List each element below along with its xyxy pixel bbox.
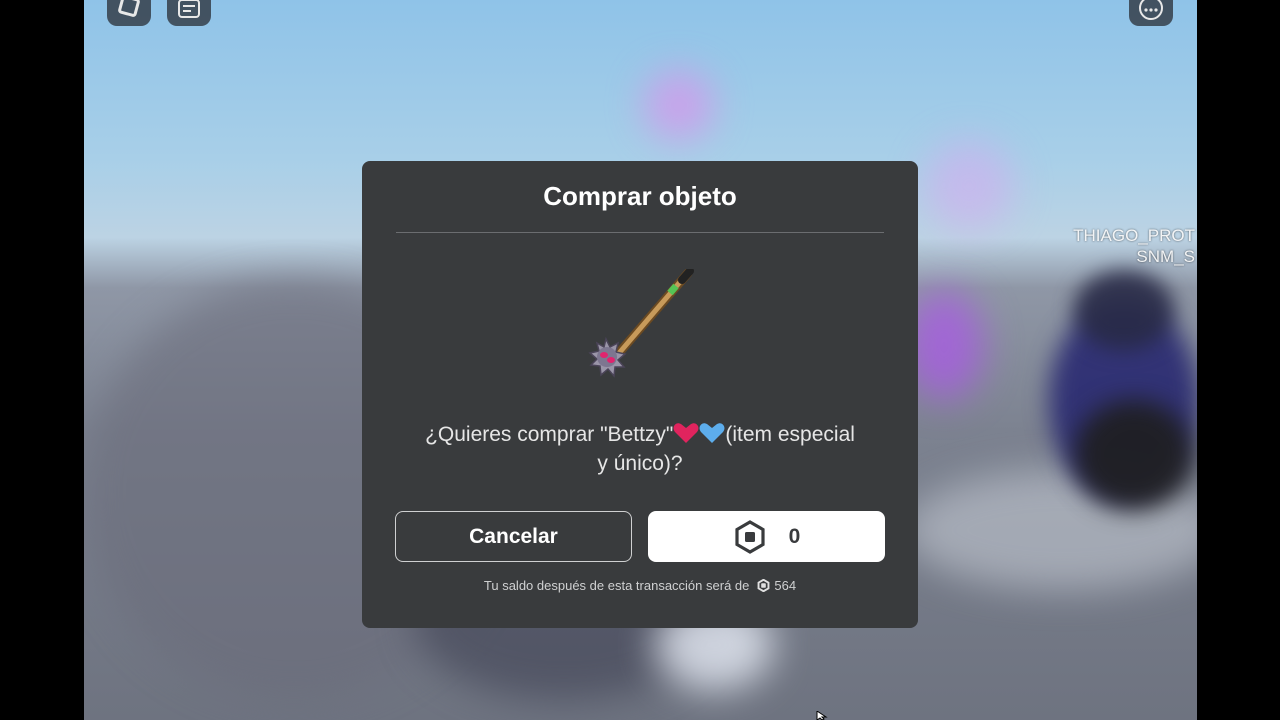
- robux-icon: [735, 519, 765, 554]
- scene-light: [644, 70, 714, 140]
- red-heart-icon: [673, 423, 699, 443]
- cancel-button-label: Cancelar: [469, 524, 558, 548]
- chat-icon: [178, 0, 200, 18]
- item-thumbnail: [588, 269, 694, 378]
- question-text-start: ¿Quieres comprar "Bettzy": [425, 423, 674, 446]
- roblox-menu-button[interactable]: [107, 0, 151, 26]
- more-options-icon: [1139, 0, 1163, 20]
- balance-text: Tu saldo después de esta transacción ser…: [483, 578, 750, 593]
- balance-amount: 564: [774, 578, 797, 593]
- buy-button[interactable]: 0: [648, 511, 885, 562]
- scene-light: [924, 140, 1014, 230]
- more-options-button[interactable]: [1129, 0, 1173, 26]
- dialog-title: Comprar objeto: [543, 181, 737, 211]
- nametag-line1: THIAGO_PROT: [1073, 226, 1195, 245]
- question-text-line2: y único)?: [597, 452, 683, 475]
- blue-heart-icon: [699, 423, 725, 443]
- nametag-line2: SNM_S: [1136, 247, 1195, 266]
- player-avatar-legs: [1074, 400, 1194, 510]
- question-text-end: (item especial: [725, 423, 855, 446]
- title-divider: [396, 232, 884, 233]
- roblox-menu-icon: [118, 0, 140, 17]
- balance-note: Tu saldo después de esta transacción ser…: [362, 578, 918, 593]
- robux-icon: [757, 579, 770, 592]
- player-nametag: THIAGO_PROT SNM_S: [1073, 225, 1195, 267]
- mouse-cursor-icon: [816, 711, 828, 720]
- player-avatar-head: [1074, 270, 1174, 350]
- chat-button[interactable]: [167, 0, 211, 26]
- purchase-question: ¿Quieres comprar "Bettzy" (item especial …: [382, 420, 898, 478]
- cancel-button[interactable]: Cancelar: [395, 511, 632, 562]
- purchase-dialog: Comprar objeto ¿Quieres comprar "Bettzy"…: [362, 161, 918, 628]
- buy-price: 0: [788, 524, 801, 548]
